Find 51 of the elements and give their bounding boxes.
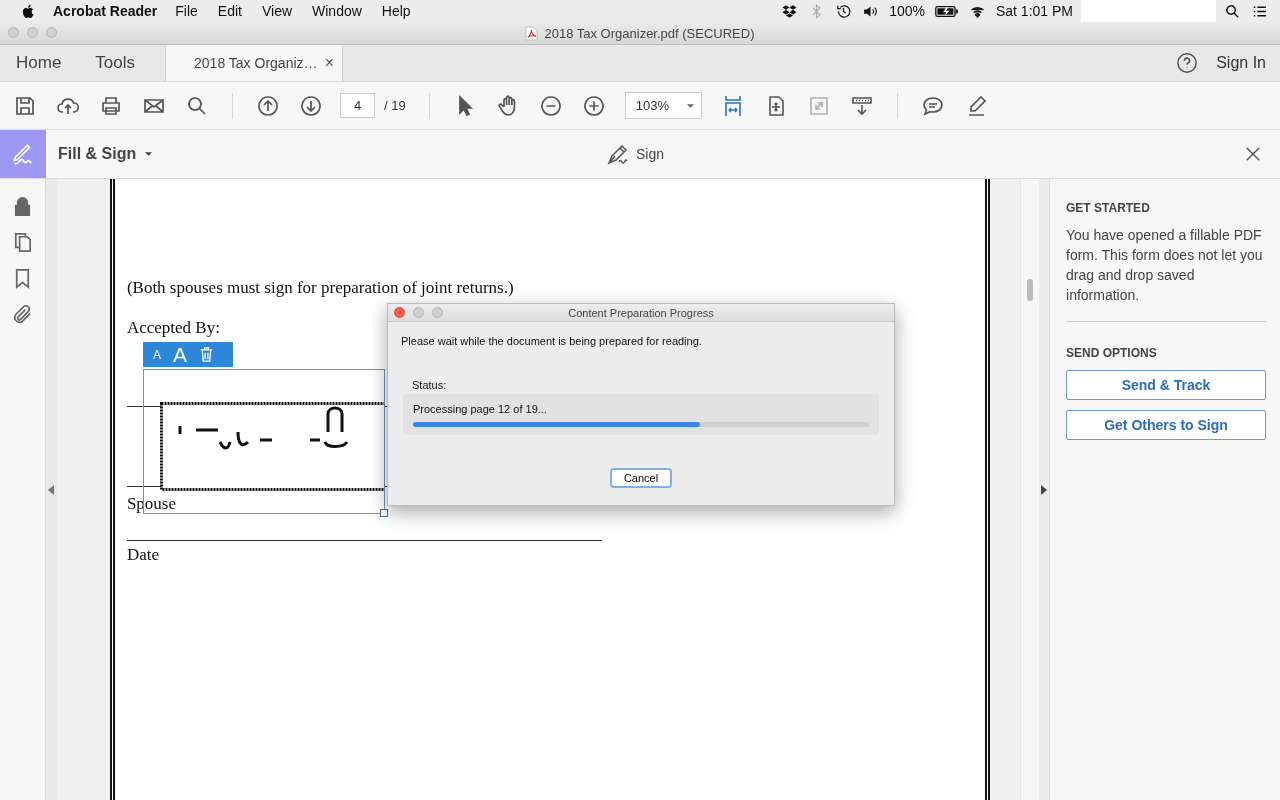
menu-item[interactable]: Edit bbox=[217, 3, 242, 19]
page-number-field[interactable]: 4 bbox=[340, 93, 375, 118]
clock-icon[interactable] bbox=[835, 2, 853, 20]
tab-label: 2018 Tax Organiz… bbox=[194, 55, 318, 71]
document-text: Accepted By: bbox=[126, 317, 221, 338]
sign-button[interactable]: Sign bbox=[606, 142, 665, 166]
dropbox-icon[interactable] bbox=[781, 2, 799, 20]
section-heading: SEND OPTIONS bbox=[1066, 346, 1158, 360]
tab-close-button[interactable]: × bbox=[324, 54, 335, 72]
decrease-size-button[interactable]: A bbox=[153, 347, 161, 362]
caret-icon[interactable] bbox=[144, 151, 154, 157]
zoom-in-icon[interactable] bbox=[581, 93, 606, 118]
dialog-close-button[interactable] bbox=[394, 307, 405, 318]
battery-percentage: 100% bbox=[889, 3, 925, 19]
next-page-icon[interactable] bbox=[299, 93, 323, 118]
menu-item[interactable]: File bbox=[175, 3, 198, 19]
spotlight-search-icon[interactable] bbox=[1224, 2, 1241, 20]
app-menu[interactable]: Acrobat Reader bbox=[53, 3, 158, 19]
menu-item[interactable]: View bbox=[261, 3, 293, 19]
nav-tab[interactable]: Home bbox=[0, 45, 78, 81]
nav-tab[interactable]: Tools bbox=[77, 45, 166, 81]
document-text: (Both spouses must sign for preparation of joint returns.) bbox=[126, 277, 515, 298]
sign-in-link[interactable]: Sign In bbox=[1216, 54, 1266, 72]
menu-item[interactable]: Help bbox=[381, 3, 411, 19]
document-tab[interactable]: 2018 Tax Organiz… × bbox=[165, 45, 344, 81]
zoom-dropdown[interactable]: 103% bbox=[624, 92, 702, 119]
fountain-pen-icon[interactable] bbox=[606, 142, 630, 166]
status-text: Processing page 12 of 19... bbox=[413, 403, 548, 415]
page-count: / 19 bbox=[384, 98, 406, 113]
section-heading: GET STARTED bbox=[1066, 201, 1151, 215]
send-option-button[interactable]: Get Others to Sign bbox=[1066, 410, 1266, 440]
send-option-button[interactable]: Send & Track bbox=[1066, 370, 1266, 400]
menu-clock: Sat 1:01 PM bbox=[995, 3, 1073, 19]
increase-size-button[interactable]: A bbox=[173, 342, 188, 367]
scrollbar-thumb[interactable] bbox=[1027, 279, 1034, 301]
fill-sign-menu[interactable]: Fill & Sign bbox=[58, 145, 154, 163]
window-title: 2018 Tax Organizer.pdf (SECURED) bbox=[544, 25, 755, 41]
cancel-button[interactable]: Cancel bbox=[609, 468, 673, 488]
trash-icon[interactable] bbox=[199, 346, 215, 363]
info-text: You have opened a fillable PDF form. This form does not let you drag and drop saved information. bbox=[1066, 226, 1264, 305]
help-icon[interactable] bbox=[1176, 52, 1199, 74]
document-text: Date bbox=[126, 544, 160, 565]
dialog-message: Please wait while the document is being prepared for reading. bbox=[401, 335, 703, 347]
status-label: Status: bbox=[412, 379, 448, 391]
menu-item[interactable]: Window bbox=[312, 3, 362, 19]
zoom-out-icon[interactable] bbox=[538, 93, 563, 118]
caret-icon[interactable] bbox=[685, 102, 695, 109]
pdf-file-icon bbox=[525, 25, 539, 41]
close-icon[interactable] bbox=[1244, 145, 1262, 163]
dialog-title: Content Preparation Progress bbox=[568, 306, 714, 319]
previous-page-icon[interactable] bbox=[256, 93, 280, 118]
